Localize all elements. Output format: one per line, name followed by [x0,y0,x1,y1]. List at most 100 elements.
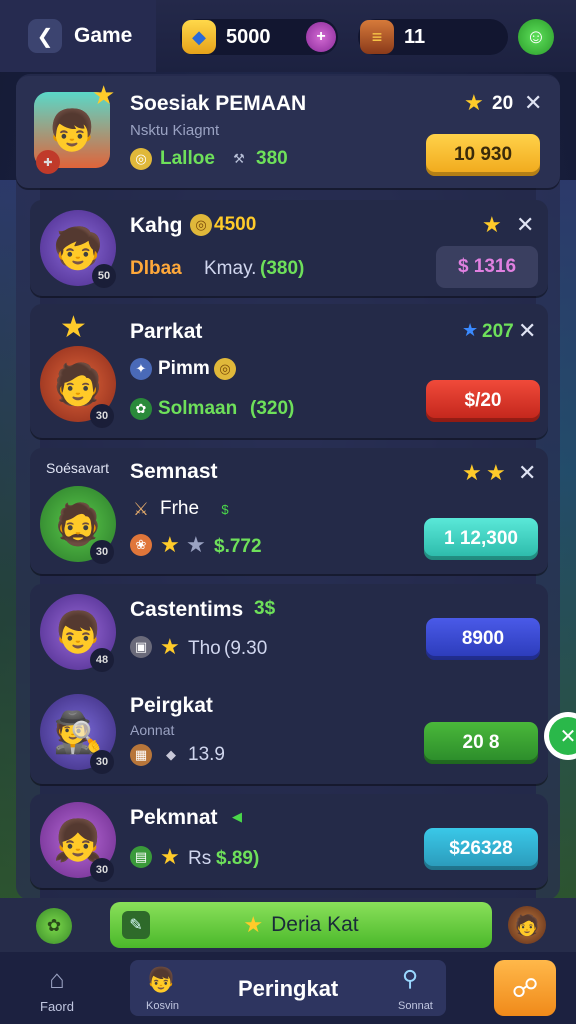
reward-button[interactable]: 20 8 [424,722,538,764]
player-subtitle: Aonnat [130,722,175,738]
gems-value: 5000 [226,25,271,48]
list-item[interactable]: ★ 🧑 30 Parrkat ✦ Pimm ◎ ✿ Solmaan (320) … [30,304,548,438]
sword-icon: ⚔ [132,498,150,519]
close-icon: ✕ [549,717,576,755]
stat-value: $.89) [216,848,260,869]
player-name: Pekmnat [130,806,218,829]
player-score: 3$ [254,598,276,619]
reward-button[interactable]: 10 930 [426,134,540,176]
search-icon[interactable]: ⚲ [402,966,418,992]
home-icon: ⌂ [49,964,65,994]
wrench-icon: ⚒ [233,151,245,166]
star-icon: ★ [486,460,506,485]
dice-icon: ◆ [166,747,176,762]
profile-avatar[interactable]: 🧑 [508,906,546,944]
level-badge: 30 [90,858,114,882]
settings-icon[interactable]: ✿ [36,908,72,944]
star-icon: ★ [160,634,180,659]
crate-icon: ▦ [130,744,152,766]
stat-mid: Kmay. [204,258,257,279]
top-bar: ❮ Game ◆ 5000 + ≡ 11 ☺ [0,0,576,72]
close-icon[interactable]: ✕ [518,460,536,486]
stars-count: 20 [492,93,514,114]
list-item[interactable]: 👦 ★ ✚ Soesiak PEMAAN Nsktu Kiagmt ◎ Lall… [16,76,560,188]
nav-home-label: Faord [40,999,74,1014]
reward-button[interactable]: $/20 [426,380,540,422]
player-name: Kahg [130,214,183,237]
player-name: Soesiak PEMAAN [130,92,307,115]
stat-label: Pimm [158,358,210,379]
stars-count: 207 [482,321,514,342]
stat-label: Rs [188,848,212,869]
list-item[interactable]: 👧 30 Pekmnat ◀ ▤ ★ Rs $.89) $26328 [30,794,548,888]
clover-icon: ✿ [130,398,152,420]
coin-stack-icon: ≡ [360,20,394,54]
add-gems-button[interactable]: + [306,22,336,52]
list-item[interactable]: 🧒 50 Kahg ◎ 4500 Dlbaa Kmay. (380) ★ ✕ $… [30,200,548,296]
reward-button[interactable]: 8900 [426,618,540,660]
star-icon: ★ [243,912,264,937]
nav-home[interactable]: ⌂ Faord [22,960,92,1018]
chat-icon[interactable]: ☍ [494,960,556,1016]
reward-button[interactable]: $ 1316 [436,246,538,288]
nav-center-title: Peringkat [238,976,339,1001]
nav-search-label: Sonnat [398,1000,433,1012]
player-name: Peirgkat [130,694,213,717]
stat-label: Dlbaa [130,258,182,279]
ranking-action-button[interactable]: ✎ ★ Deria Kat [110,902,492,948]
gems-counter: ◆ 5000 + [180,19,338,55]
star-icon: ★ [186,532,206,557]
stat-label-2: Solmaan [158,398,238,419]
reward-button[interactable]: $26328 [424,828,538,870]
back-section: ❮ Game [0,0,156,72]
gem-icon: ✦ [130,358,152,380]
action-bar: ✿ ✎ ★ Deria Kat 🧑 [0,898,576,952]
edit-icon: ✎ [122,911,150,939]
back-arrow-icon[interactable]: ❮ [28,19,62,53]
level-badge: 30 [90,404,114,428]
stat-label: Lalloe [160,148,215,169]
star-icon: ★ [160,532,180,557]
action-label: Deria Kat [271,913,359,936]
nav-center-sub: Kosvin [146,1000,180,1012]
level-badge: 50 [92,264,116,288]
money-icon: $ [221,501,229,517]
list-item[interactable]: Soésavart 🧔 30 Semnast ⚔ Frhe $ ❀ ★ ★ $.… [30,448,548,574]
close-icon[interactable]: ✕ [524,90,542,116]
level-badge: 48 [90,648,114,672]
stat-value: $.772 [214,536,262,557]
star-icon: ★ [160,844,180,869]
player-name: Castentims [130,598,244,621]
star-icon: ★ [464,90,484,115]
smile-icon[interactable]: ☺ [518,19,554,55]
star-icon: ★ [462,460,482,485]
gem-icon: ◆ [182,20,216,54]
ribbon-icon: ❀ [130,534,152,556]
reward-button[interactable]: 1 12,300 [424,518,538,560]
nav-ranking-tab[interactable]: 👦 Kosvin Peringkat ⚲ Sonnat [130,960,446,1016]
star-icon: ★ [482,212,502,237]
stat-value: (320) [250,398,295,419]
coin-icon: ◎ [190,214,212,236]
page-title: Game [74,24,133,47]
player-name: Semnast [130,460,218,483]
player-name: Parrkat [130,320,203,343]
cash-icon: ▤ [130,846,152,868]
star-icon: ★ [60,311,87,344]
close-icon[interactable]: ✕ [516,212,534,238]
coins-value: 11 [404,25,426,48]
player-subtitle: Nsktu Kiagmt [130,122,220,139]
level-badge: 30 [90,540,114,564]
coin-icon: ◎ [214,358,236,380]
level-badge: ✚ [36,150,60,174]
coin-icon: ◎ [130,148,152,170]
close-icon[interactable]: ✕ [518,318,536,344]
star-icon: ★ [462,320,479,340]
level-badge: 30 [90,750,114,774]
chest-icon: ▣ [130,636,152,658]
bottom-nav: ⌂ Faord 👦 Kosvin Peringkat ⚲ Sonnat ☍ [0,952,576,1024]
coins-counter: ≡ 11 [358,19,508,55]
player-score: 4500 [214,214,257,235]
flag-icon: ◀ [232,809,242,824]
stat-label: Tho [188,638,221,659]
